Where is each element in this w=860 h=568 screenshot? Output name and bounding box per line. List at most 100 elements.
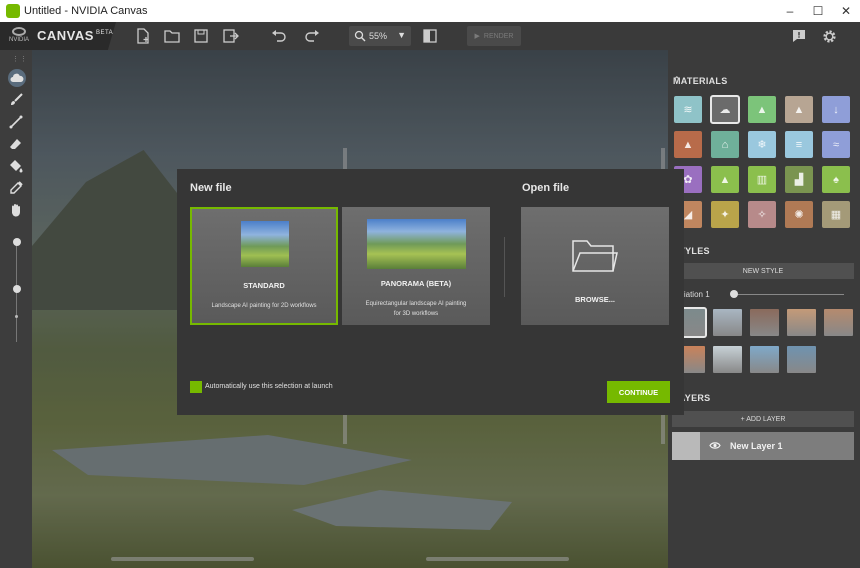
style-thumbnail[interactable] bbox=[824, 309, 853, 336]
panorama-thumbnail bbox=[367, 219, 466, 269]
title-bar: Untitled - NVIDIA Canvas – ☐ ✕ bbox=[0, 0, 860, 22]
layers-header[interactable]: LAYERS ⌃ bbox=[668, 387, 860, 409]
auto-launch-checkbox[interactable] bbox=[190, 381, 202, 393]
layer-row[interactable]: New Layer 1 bbox=[672, 432, 854, 460]
redo-icon[interactable] bbox=[303, 27, 321, 45]
new-style-button[interactable]: NEW STYLE bbox=[672, 263, 854, 279]
horizontal-scrollbar-right[interactable] bbox=[426, 557, 569, 561]
zoom-value: 55% bbox=[369, 31, 388, 41]
standard-card[interactable]: STANDARD Landscape AI painting for 2D wo… bbox=[190, 207, 338, 325]
minimize-button[interactable]: – bbox=[776, 0, 804, 22]
horizontal-scrollbar-left[interactable] bbox=[111, 557, 254, 561]
standard-thumbnail bbox=[241, 221, 289, 267]
material-swatch[interactable]: ❄ bbox=[748, 131, 776, 158]
material-swatch[interactable]: ▲ bbox=[785, 96, 813, 123]
collapse-chevron-icon[interactable]: ⌃ bbox=[673, 392, 850, 403]
canvas-brand-text: CANVAS bbox=[37, 28, 94, 43]
layer-visibility-eye-icon[interactable] bbox=[709, 441, 721, 450]
canvas-brand: CANVAS BETA bbox=[37, 28, 113, 43]
material-swatch[interactable]: ✦ bbox=[711, 201, 739, 228]
style-thumbnail[interactable] bbox=[750, 309, 779, 336]
main-toolbar: NVIDIA CANVAS BETA 55% ▼ ▶ RENDER bbox=[0, 22, 860, 50]
settings-gear-icon[interactable] bbox=[820, 27, 838, 45]
beta-tag: BETA bbox=[95, 30, 114, 36]
new-file-title: New file bbox=[190, 182, 232, 194]
cloud-brush-icon[interactable] bbox=[9, 70, 25, 86]
dialog-divider bbox=[504, 237, 505, 297]
export-icon[interactable] bbox=[222, 27, 240, 45]
render-label: RENDER bbox=[483, 32, 514, 40]
brush-size-knob[interactable] bbox=[13, 238, 21, 246]
zoom-search-icon bbox=[354, 30, 366, 42]
brand-area: NVIDIA CANVAS BETA bbox=[0, 22, 116, 50]
material-swatch[interactable]: ▥ bbox=[748, 166, 776, 193]
style-thumbnail[interactable] bbox=[787, 309, 816, 336]
material-swatch[interactable]: ≡ bbox=[785, 131, 813, 158]
split-view-icon[interactable] bbox=[421, 27, 439, 45]
nvidia-wordmark: NVIDIA bbox=[8, 37, 29, 43]
material-swatch[interactable]: ▟ bbox=[785, 166, 813, 193]
fill-bucket-icon[interactable] bbox=[8, 158, 24, 174]
standard-desc: Landscape AI painting for 2D workflows bbox=[211, 303, 317, 309]
material-swatch[interactable]: ✺ bbox=[785, 201, 813, 228]
slider-min-dot bbox=[15, 315, 18, 318]
material-swatch[interactable]: ▲ bbox=[711, 166, 739, 193]
eyedropper-icon[interactable] bbox=[8, 180, 24, 196]
right-panel: MATERIALS ⌃ ≋ ☁ ▲ ▲ ↓ ▲ ⌂ ❄ ≡ ≈ ✿ ▲ ▥ ▟ ♠ ◢ ✦ ✧ ✺ ▦ STYLES … bbox=[668, 50, 860, 568]
save-icon[interactable] bbox=[192, 27, 210, 45]
app-logo-icon bbox=[6, 4, 20, 18]
nvidia-eye-icon bbox=[12, 27, 26, 36]
render-button[interactable]: ▶ RENDER bbox=[467, 26, 521, 46]
material-swatch[interactable]: ≋ bbox=[674, 96, 702, 123]
new-file-icon[interactable] bbox=[134, 27, 152, 45]
close-button[interactable]: ✕ bbox=[832, 0, 860, 22]
continue-button[interactable]: CONTINUE bbox=[607, 381, 670, 403]
styles-header[interactable]: STYLES ⌃ bbox=[668, 240, 860, 262]
collapse-chevron-icon[interactable]: ⌃ bbox=[673, 75, 850, 86]
brush-opacity-knob[interactable] bbox=[13, 285, 21, 293]
open-folder-icon[interactable] bbox=[163, 27, 181, 45]
material-swatch[interactable]: ♠ bbox=[822, 166, 850, 193]
material-swatch[interactable]: ▲ bbox=[674, 131, 702, 158]
material-swatch[interactable]: ☁ bbox=[710, 95, 740, 124]
variation-slider-track[interactable] bbox=[734, 294, 844, 295]
undo-icon[interactable] bbox=[270, 27, 288, 45]
maximize-button[interactable]: ☐ bbox=[804, 0, 832, 22]
zoom-control[interactable]: 55% ▼ bbox=[349, 26, 411, 46]
play-icon: ▶ bbox=[474, 33, 480, 40]
add-layer-button[interactable]: + ADD LAYER bbox=[672, 411, 854, 427]
material-swatch[interactable]: ⌂ bbox=[711, 131, 739, 158]
browse-label: BROWSE... bbox=[574, 295, 615, 304]
style-thumbnail[interactable] bbox=[787, 346, 816, 373]
variation-slider-knob[interactable] bbox=[730, 290, 738, 298]
window-title: Untitled - NVIDIA Canvas bbox=[24, 5, 148, 17]
style-thumbnail[interactable] bbox=[713, 309, 742, 336]
panorama-card[interactable]: PANORAMA (BETA) Equirectangular landscap… bbox=[342, 207, 490, 325]
material-swatch[interactable]: ✧ bbox=[748, 201, 776, 228]
auto-launch-label: Automatically use this selection at laun… bbox=[205, 383, 333, 390]
layer-name: New Layer 1 bbox=[730, 441, 783, 451]
pan-hand-icon[interactable] bbox=[8, 202, 24, 218]
new-file-dialog: New file Open file STANDARD Landscape AI… bbox=[177, 169, 684, 415]
material-swatch[interactable]: ≈ bbox=[822, 131, 850, 158]
browse-card[interactable]: BROWSE... bbox=[521, 207, 669, 325]
style-thumbnail[interactable] bbox=[713, 346, 742, 373]
eraser-icon[interactable] bbox=[8, 136, 24, 152]
layer-thumbnail bbox=[672, 432, 700, 460]
brush-icon[interactable] bbox=[8, 92, 24, 108]
material-swatch[interactable]: ▲ bbox=[748, 96, 776, 123]
materials-header[interactable]: MATERIALS ⌃ bbox=[668, 70, 860, 92]
folder-icon bbox=[572, 240, 618, 272]
standard-title: STANDARD bbox=[243, 281, 285, 290]
collapse-chevron-icon[interactable]: ⌃ bbox=[673, 245, 850, 256]
open-file-title: Open file bbox=[522, 182, 570, 194]
panorama-title: PANORAMA (BETA) bbox=[380, 279, 452, 288]
material-swatch[interactable]: ▦ bbox=[822, 201, 850, 228]
grip-icon: ⋮⋮ bbox=[12, 56, 28, 63]
feedback-icon[interactable] bbox=[790, 27, 808, 45]
window-controls: – ☐ ✕ bbox=[776, 0, 860, 22]
style-thumbnail[interactable] bbox=[750, 346, 779, 373]
line-tool-icon[interactable] bbox=[8, 114, 24, 130]
zoom-dropdown-icon[interactable]: ▼ bbox=[397, 30, 406, 40]
material-swatch[interactable]: ↓ bbox=[822, 96, 850, 123]
